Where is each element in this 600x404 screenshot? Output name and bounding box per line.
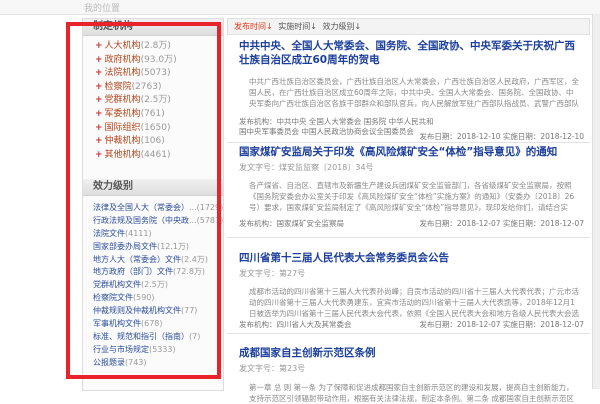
sort-effective-label[interactable]: 实施时间	[278, 22, 310, 31]
top-strip: 我的位置	[0, 0, 600, 15]
result-item: 四川省第十三届人民代表大会常务委员会公告 发文字号：第27号 成都市活动的四川省…	[227, 237, 590, 334]
result-title-link[interactable]: 成都国家自主创新示范区条例	[227, 347, 590, 361]
arrow-down-icon: ↓	[266, 22, 273, 31]
result-dates: 发布日期：2018-12-10 实施日期：2018-12-10	[419, 131, 584, 142]
effective-date: 实施日期：2018-12-07	[502, 219, 584, 228]
result-summary: 第一章 总 则 第一条 为了保障和促进成都国家自主创新示范区的建设和发展，提高自…	[249, 382, 574, 403]
breadcrumb: 我的位置	[84, 4, 121, 14]
result-summary: 各产煤省、自治区、直辖市及新疆生产建设兵团煤矿安全监管部门，各省级煤矿安全监察局…	[249, 180, 575, 212]
publish-date: 发布日期：2018-12-10	[419, 132, 501, 141]
sort-effective-time[interactable]: 实施时间↓	[278, 22, 317, 31]
highlight-box	[66, 22, 221, 379]
result-title-link[interactable]: 四川省第十三届人民代表大会常务委员会公告	[227, 252, 590, 266]
result-dates: 发布日期：2018-12-07 实施日期：2018-12-07	[419, 319, 584, 330]
publish-date: 发布日期：2018-12-07	[419, 320, 501, 329]
sort-effect-level[interactable]: 效力级别↓	[323, 22, 362, 31]
results-main: 发布时间↓ 实施时间↓ 效力级别↓ 中共中央、全国人大常委会、国务院、全国政协、…	[227, 18, 590, 403]
result-issuer: 发布机构：四川省人大及其常委会	[239, 320, 352, 329]
result-dates: 发布日期：2018-12-07 实施日期：2018-12-07	[419, 218, 584, 229]
sort-level-label[interactable]: 效力级别	[323, 22, 355, 31]
result-item: 成都国家自主创新示范区条例 发文字号：第23号 第一章 总 则 第一条 为了保障…	[227, 333, 590, 403]
result-title-link[interactable]: 国家煤矿安监局关于印发《高风险煤矿安全“体检”指导意见》的通知	[227, 146, 590, 160]
sort-publish-label[interactable]: 发布时间	[234, 22, 266, 31]
effective-date: 实施日期：2018-12-07	[502, 320, 584, 329]
arrow-down-icon: ↓	[354, 22, 362, 31]
publish-date: 发布日期：2018-12-07	[419, 219, 501, 228]
result-summary: 中共广西壮族自治区委员会，广西壮族自治区人大常委会，广西壮族自治区人民政府，广西…	[249, 77, 579, 108]
result-doc-number: 发文字号：煤安监监察〔2018〕34号	[239, 162, 374, 172]
result-summary: 成都市活动的四川省第十三届人大代表孙尚峰；自贡市活动的四川省十三届人大代表代表；…	[249, 286, 579, 318]
sort-publish-time[interactable]: 发布时间↓	[234, 22, 273, 31]
sort-bar: 发布时间↓ 实施时间↓ 效力级别↓	[227, 18, 590, 35]
arrow-down-icon: ↓	[310, 22, 317, 31]
page-scrollbar[interactable]	[592, 14, 600, 389]
effective-date: 实施日期：2018-12-10	[502, 132, 584, 141]
result-item: 国家煤矿安监局关于印发《高风险煤矿安全“体检”指导意见》的通知 发文字号：煤安监…	[227, 142, 590, 238]
result-item: 中共中央、全国人大常委会、国务院、全国政协、中央军委关于庆祝广西壮族自治区成立6…	[227, 40, 590, 143]
result-issuer: 发布机构：中共中央 全国人大常委会 国务院 中华人民共和国中央军事委员会 中国人…	[239, 117, 434, 136]
result-doc-number: 发文字号：第27号	[239, 268, 306, 278]
result-doc-number: 发文字号：第23号	[239, 363, 306, 373]
result-issuer: 发布机构：国家煤矿安全监察局	[239, 219, 344, 228]
result-title-link[interactable]: 中共中央、全国人大常委会、国务院、全国政协、中央军委关于庆祝广西壮族自治区成立6…	[227, 40, 590, 67]
